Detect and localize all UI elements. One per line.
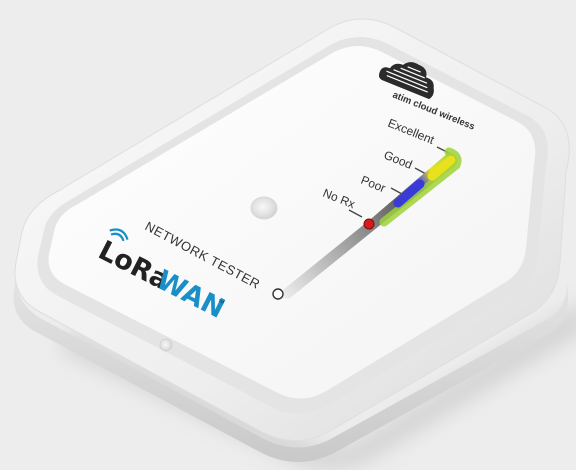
network-tester-device-photo: atim cloud wireless Excellent Good Poor …	[13, 18, 576, 469]
status-led	[250, 196, 278, 220]
bottom-led	[159, 338, 173, 352]
signal-level-indicator	[363, 218, 375, 230]
signal-scale-end-ring	[272, 288, 284, 300]
